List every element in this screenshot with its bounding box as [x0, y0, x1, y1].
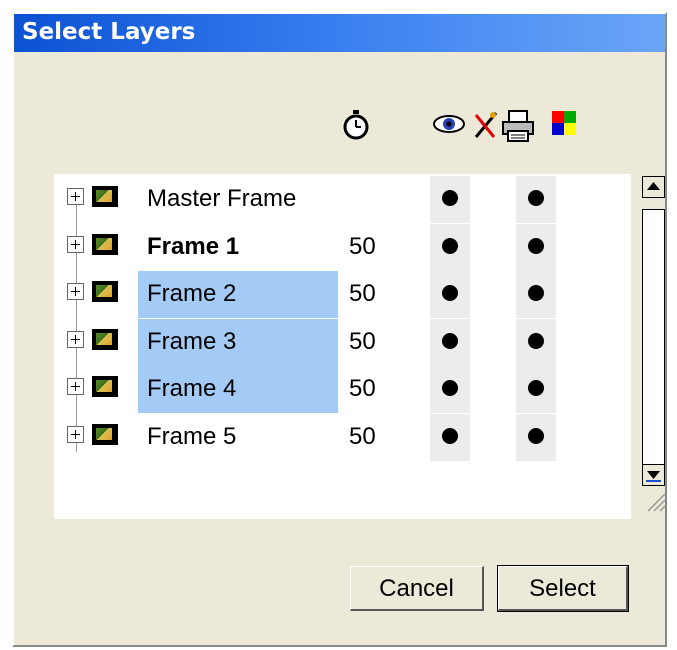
layer-value: 50	[349, 422, 376, 450]
layer-row[interactable]: Frame 4 50	[54, 366, 594, 413]
toggle-dot-icon	[528, 332, 544, 349]
frame-icon	[92, 328, 118, 350]
visibility-toggle[interactable]	[430, 271, 470, 318]
print-toggle[interactable]	[516, 413, 556, 461]
layer-row[interactable]: Frame 5 50	[54, 413, 594, 461]
dialog-title: Select Layers	[22, 19, 196, 45]
print-toggle[interactable]	[516, 366, 556, 413]
layer-name: Frame 1	[147, 232, 240, 260]
frame-icon	[92, 233, 118, 255]
visibility-toggle[interactable]	[430, 176, 470, 223]
toggle-dot-icon	[528, 190, 544, 206]
toggle-dot-icon	[442, 285, 458, 301]
printer-icon	[502, 110, 534, 142]
expand-icon[interactable]	[67, 330, 84, 348]
layer-name-cell[interactable]: Frame 4	[138, 366, 338, 413]
expand-icon[interactable]	[67, 235, 84, 253]
toggle-dot-icon	[528, 380, 544, 396]
layer-name: Frame 5	[147, 422, 237, 450]
layer-row[interactable]: Frame 1 50	[54, 223, 594, 271]
layer-name-cell[interactable]: Frame 5	[138, 414, 338, 461]
toggle-dot-icon	[442, 237, 458, 254]
frame-icon	[92, 376, 118, 397]
layer-name: Frame 2	[147, 280, 237, 307]
select-layers-dialog: Select Layers Master Frame Frame 1 50 Frame…	[12, 12, 667, 647]
print-toggle[interactable]	[516, 271, 556, 318]
vertical-scrollbar[interactable]	[636, 174, 671, 519]
toggle-dot-icon	[442, 427, 458, 444]
eye-icon	[433, 115, 465, 133]
expand-icon[interactable]	[67, 378, 84, 395]
layer-name-cell[interactable]: Frame 1	[138, 224, 338, 271]
expand-icon[interactable]	[67, 188, 84, 205]
expand-icon[interactable]	[67, 425, 84, 443]
scroll-down-button[interactable]	[642, 464, 665, 486]
layer-value: 50	[349, 232, 376, 260]
toggle-dot-icon	[528, 237, 544, 254]
visibility-toggle[interactable]	[430, 318, 470, 366]
arrow-down-icon	[646, 471, 661, 482]
frame-icon	[92, 423, 118, 445]
print-toggle[interactable]	[516, 318, 556, 366]
scroll-track[interactable]	[642, 209, 665, 469]
layer-row[interactable]: Frame 2 50	[54, 271, 594, 318]
layer-row[interactable]: Master Frame	[54, 176, 594, 223]
layer-name: Frame 3	[147, 327, 237, 355]
visibility-toggle[interactable]	[430, 366, 470, 413]
toggle-dot-icon	[442, 380, 458, 396]
lock-icon	[474, 112, 498, 138]
print-toggle[interactable]	[516, 176, 556, 223]
visibility-toggle[interactable]	[430, 223, 470, 271]
toggle-dot-icon	[442, 190, 458, 206]
toggle-dot-icon	[528, 285, 544, 301]
toggle-dot-icon	[442, 332, 458, 349]
cancel-button[interactable]: Cancel	[350, 566, 484, 611]
layer-name-cell[interactable]: Master Frame	[138, 176, 338, 223]
expand-icon[interactable]	[67, 283, 84, 300]
frame-icon	[92, 186, 118, 207]
arrow-up-icon	[647, 182, 660, 190]
scroll-up-button[interactable]	[642, 176, 665, 198]
layer-list[interactable]: Master Frame Frame 1 50 Frame 2 50 Frame 3 50 F…	[54, 174, 666, 519]
layer-name-cell[interactable]: Frame 2	[138, 271, 338, 318]
stopwatch-icon	[343, 110, 369, 140]
layer-name: Master Frame	[147, 185, 297, 212]
layer-name: Frame 4	[147, 375, 237, 402]
frame-icon	[92, 281, 118, 302]
layer-name-cell[interactable]: Frame 3	[138, 318, 338, 366]
resize-grip-icon[interactable]	[646, 492, 666, 512]
title-bar[interactable]: Select Layers	[14, 14, 665, 52]
color-icon	[552, 111, 576, 135]
select-button[interactable]: Select	[497, 565, 629, 612]
layer-value: 50	[349, 375, 376, 402]
layer-value: 50	[349, 280, 376, 307]
toggle-dot-icon	[528, 427, 544, 444]
layer-row[interactable]: Frame 3 50	[54, 318, 594, 366]
layer-value: 50	[349, 327, 376, 355]
visibility-toggle[interactable]	[430, 413, 470, 461]
print-toggle[interactable]	[516, 223, 556, 271]
